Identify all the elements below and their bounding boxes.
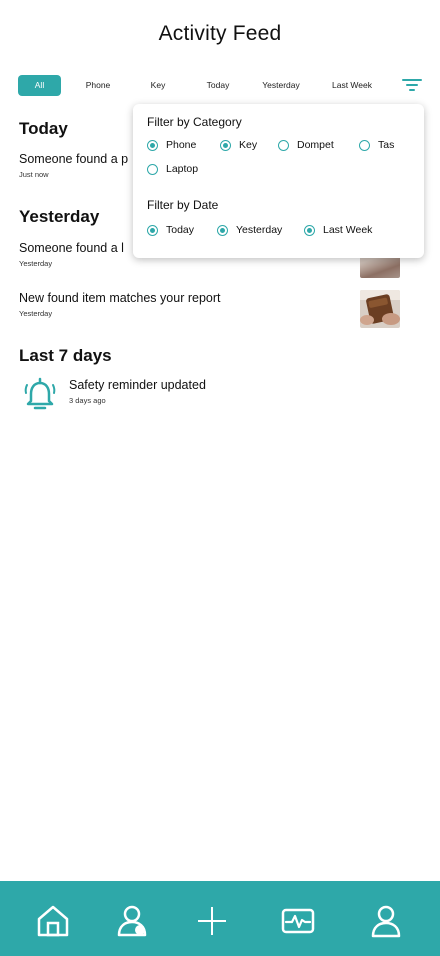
radio-indicator <box>147 224 158 236</box>
section-last-7-days: Last 7 days <box>19 346 112 365</box>
profile-icon[interactable] <box>368 903 404 939</box>
chip-last-week[interactable]: Last Week <box>324 75 380 96</box>
activity-icon[interactable] <box>280 903 316 939</box>
filter-icon[interactable] <box>402 77 422 93</box>
category-tas-radio[interactable]: Tas <box>359 138 394 152</box>
radio-label: Tas <box>378 139 395 151</box>
bottom-navigation <box>0 881 440 956</box>
filter-date-heading: Filter by Date <box>147 198 219 212</box>
category-key-radio[interactable]: Key <box>220 138 257 152</box>
wallet-image <box>360 290 400 328</box>
home-icon[interactable] <box>35 903 71 939</box>
chip-yesterday[interactable]: Yesterday <box>256 75 306 96</box>
feed-item-title[interactable]: Someone found a l <box>19 241 124 255</box>
feed-item-title[interactable]: Someone found a p <box>19 152 128 166</box>
radio-indicator <box>278 139 289 151</box>
feed-item-title[interactable]: New found item matches your report <box>19 291 220 305</box>
radio-indicator <box>220 139 231 151</box>
radio-label: Today <box>166 224 195 236</box>
date-last-week-radio[interactable]: Last Week <box>304 223 372 237</box>
radio-label: Yesterday <box>236 224 283 236</box>
feed-item-time: Yesterday <box>19 259 53 268</box>
radio-label: Laptop <box>166 163 199 175</box>
filter-chips: All Phone Key Today Yesterday Last Week <box>18 75 422 97</box>
radio-indicator <box>304 224 315 236</box>
feed-item-time: Just now <box>19 170 49 179</box>
filter-popup: Filter by Category Phone Key Dompet Tas … <box>133 104 424 258</box>
page-title: Activity Feed <box>158 22 282 45</box>
radio-label: Dompet <box>297 139 334 151</box>
date-today-radio[interactable]: Today <box>147 223 194 237</box>
section-today: Today <box>19 119 68 138</box>
chip-phone[interactable]: Phone <box>76 75 120 96</box>
chip-all[interactable]: All <box>18 75 61 96</box>
section-yesterday: Yesterday <box>19 207 100 226</box>
add-icon[interactable] <box>194 903 230 939</box>
feed-item-title[interactable]: Safety reminder updated <box>69 378 206 392</box>
radio-indicator <box>147 139 158 151</box>
category-dompet-radio[interactable]: Dompet <box>278 138 334 152</box>
date-yesterday-radio[interactable]: Yesterday <box>217 223 282 237</box>
feed-item-time: Yesterday <box>19 309 53 318</box>
radio-label: Key <box>239 139 258 151</box>
category-laptop-radio[interactable]: Laptop <box>147 162 198 176</box>
radio-indicator <box>359 139 370 151</box>
category-phone-radio[interactable]: Phone <box>147 138 196 152</box>
radio-label: Phone <box>166 139 197 151</box>
bell-icon <box>24 377 56 410</box>
radio-label: Last Week <box>323 224 373 236</box>
chip-today[interactable]: Today <box>198 75 238 96</box>
wallet-thumbnail[interactable] <box>360 290 400 328</box>
feed-item-time: 3 days ago <box>69 396 106 405</box>
radio-indicator <box>217 224 228 236</box>
filter-category-heading: Filter by Category <box>147 115 242 129</box>
contacts-icon[interactable] <box>114 903 150 939</box>
radio-indicator <box>147 163 158 175</box>
chip-key[interactable]: Key <box>138 75 178 96</box>
